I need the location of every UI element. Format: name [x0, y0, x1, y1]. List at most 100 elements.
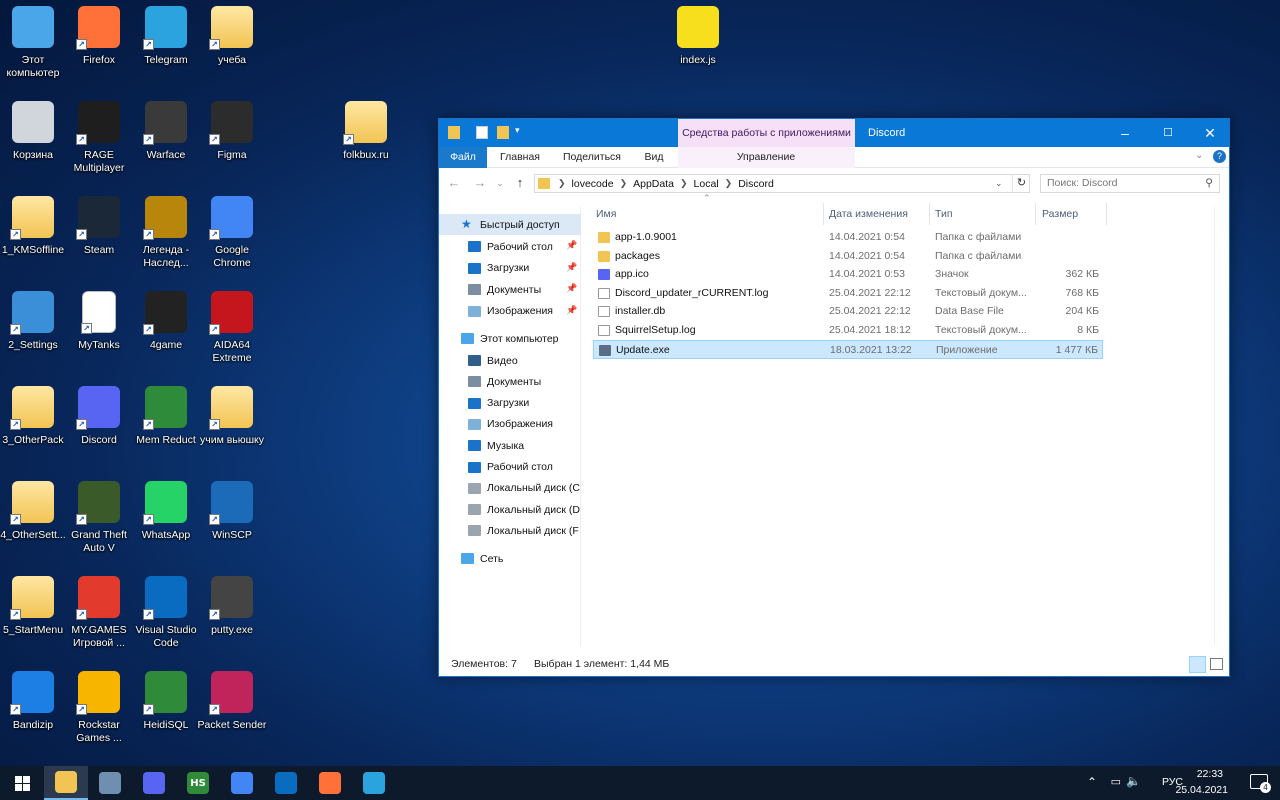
nav-network[interactable]: Сеть [439, 548, 581, 569]
desktop-icon[interactable]: ↗ учеба [199, 0, 265, 90]
taskbar-app-button[interactable] [308, 766, 352, 800]
nav-pc-item[interactable]: Документы [439, 371, 581, 392]
properties-icon[interactable] [476, 126, 488, 139]
breadcrumb-discord[interactable]: Discord [738, 178, 774, 190]
chevron-down-icon[interactable]: ▾ [515, 125, 520, 136]
nav-quick-access[interactable]: ★ Быстрый доступ [439, 214, 581, 235]
back-button[interactable]: ← [445, 174, 463, 192]
details-view-button[interactable] [1189, 656, 1206, 673]
breadcrumb-local[interactable]: Local [694, 178, 719, 190]
tab-view[interactable]: Вид [637, 147, 671, 168]
nav-quick-item[interactable]: Загрузки 📌 [439, 258, 581, 279]
minimize-button[interactable]: – [1104, 119, 1146, 147]
desktop-icon[interactable]: ↗ WinSCP [199, 475, 265, 565]
desktop-icon[interactable]: ↗ Discord [66, 380, 132, 470]
column-separator[interactable] [929, 203, 930, 225]
tab-home[interactable]: Главная [493, 147, 547, 168]
show-hidden-icons[interactable]: ⌃ [1087, 775, 1097, 789]
address-bar[interactable]: ❯ lovecode ❯ AppData ❯ Local ❯ Discord ⌄ [534, 174, 1030, 193]
close-button[interactable]: ✕ [1189, 119, 1231, 147]
desktop-icon[interactable]: ↗ Mem Reduct [133, 380, 199, 470]
maximize-button[interactable]: ☐ [1147, 119, 1189, 147]
desktop-icon[interactable]: ↗ Figma [199, 95, 265, 185]
nav-pc-item[interactable]: Музыка [439, 435, 581, 456]
desktop-icon[interactable]: ↗ Firefox [66, 0, 132, 90]
desktop-icon[interactable]: ↗ 3_OtherPack [0, 380, 66, 470]
desktop-icon[interactable]: ↗ Grand Theft Auto V [66, 475, 132, 565]
nav-pc-item[interactable]: Локальный диск (D [439, 499, 581, 520]
taskbar-app-button[interactable] [264, 766, 308, 800]
file-row[interactable]: Update.exe 18.03.2021 13:22 Приложение 1 47… [593, 339, 1103, 359]
desktop-icon[interactable]: ↗ Visual Studio Code [133, 570, 199, 660]
search-input[interactable]: Поиск: Discord ⚲ [1040, 174, 1220, 193]
desktop-icon[interactable]: ↗ RAGE Multiplayer [66, 95, 132, 185]
desktop-icon[interactable]: ↗ Google Chrome [199, 190, 265, 280]
desktop-icon[interactable]: ↗ folkbux.ru [333, 95, 399, 185]
desktop-icon[interactable]: ↗ Packet Sender [198, 665, 266, 755]
desktop-icon[interactable]: ↗ Bandizip [0, 665, 66, 755]
clock-date[interactable]: 25.04.2021 [1175, 784, 1228, 796]
nav-pc-item[interactable]: Локальный диск (C [439, 478, 581, 499]
desktop-icon[interactable]: ↗ Rockstar Games ... [66, 665, 132, 755]
desktop-icon[interactable]: ↗ putty.exe [199, 570, 265, 660]
desktop-icon[interactable]: ↗ AIDA64 Extreme [199, 285, 265, 375]
nav-quick-item[interactable]: Изображения 📌 [439, 301, 581, 322]
nav-pc-item[interactable]: Изображения [439, 414, 581, 435]
desktop-icon[interactable]: ↗ Легенда - Наслед... [133, 190, 199, 280]
file-row[interactable]: installer.db 25.04.2021 22:12 Data Base Fi… [593, 302, 1103, 321]
nav-pc-item[interactable]: Локальный диск (F [439, 520, 581, 541]
help-icon[interactable]: ? [1213, 150, 1226, 163]
clock-time[interactable]: 22:33 [1197, 768, 1223, 780]
taskbar-app-button[interactable] [352, 766, 396, 800]
desktop-icon[interactable]: ↗ Steam [66, 190, 132, 280]
large-icons-view-button[interactable] [1210, 658, 1223, 670]
refresh-button[interactable]: ↻ [1012, 174, 1030, 193]
file-row[interactable]: app-1.0.9001 14.04.2021 0:54 Папка с файла… [593, 228, 1103, 247]
up-button[interactable]: ↑ [511, 174, 529, 192]
tab-manage[interactable]: Управление [701, 147, 831, 168]
new-folder-icon[interactable] [497, 126, 509, 139]
nav-pc-item[interactable]: Рабочий стол [439, 457, 581, 478]
desktop-icon[interactable]: ↗ 4_OtherSett... [0, 475, 66, 565]
expand-ribbon-icon[interactable]: ⌄ [1195, 150, 1203, 161]
network-icon[interactable]: ▭ [1111, 775, 1121, 788]
tab-share[interactable]: Поделиться [557, 147, 627, 168]
column-size[interactable]: Размер [1042, 203, 1078, 225]
forward-button[interactable]: → [471, 174, 489, 192]
file-row[interactable]: SquirrelSetup.log 25.04.2021 18:12 Текстов… [593, 321, 1103, 340]
desktop-icon[interactable]: ↗ Warface [133, 95, 199, 185]
desktop-icon[interactable]: ↗ 1_KMSoffline [0, 190, 66, 280]
desktop-icon[interactable]: ↗ 4game [133, 285, 199, 375]
column-separator[interactable] [1035, 203, 1036, 225]
file-row[interactable]: app.ico 14.04.2021 0:53 Значок 362 КБ [593, 265, 1103, 284]
desktop-icon[interactable]: ↗ MyTanks [66, 285, 132, 375]
file-row[interactable]: Discord_updater_rCURRENT.log 25.04.2021 2… [593, 284, 1103, 303]
column-separator[interactable] [1106, 203, 1107, 225]
desktop-icon[interactable]: Корзина [0, 95, 66, 185]
file-row[interactable]: packages 14.04.2021 0:54 Папка с файлами [593, 247, 1103, 266]
start-button[interactable] [0, 766, 44, 800]
nav-quick-item[interactable]: Документы 📌 [439, 279, 581, 300]
taskbar-app-button[interactable]: HS [176, 766, 220, 800]
desktop-icon[interactable]: ↗ WhatsApp [133, 475, 199, 565]
volume-icon[interactable]: 🔈 [1126, 774, 1141, 788]
address-dropdown-icon[interactable]: ⌄ [995, 178, 1003, 189]
nav-pc-item[interactable]: Видео [439, 350, 581, 371]
desktop-icon[interactable]: ↗ HeidiSQL [133, 665, 199, 755]
taskbar-app-button[interactable] [132, 766, 176, 800]
taskbar-app-button[interactable] [220, 766, 264, 800]
taskbar-app-button[interactable] [88, 766, 132, 800]
desktop-icon[interactable]: ↗ 2_Settings [0, 285, 66, 375]
column-separator[interactable] [823, 203, 824, 225]
nav-pc-item[interactable]: Загрузки [439, 393, 581, 414]
desktop-icon[interactable]: ↗ 5_StartMenu [0, 570, 66, 660]
desktop-icon[interactable]: ↗ Telegram [133, 0, 199, 90]
title-bar[interactable]: ▾ Средства работы с приложениями Discord… [439, 119, 1229, 147]
vertical-scrollbar[interactable] [1214, 207, 1229, 645]
nav-quick-item[interactable]: Рабочий стол 📌 [439, 236, 581, 257]
nav-this-pc[interactable]: Этот компьютер [439, 328, 581, 349]
desktop-icon[interactable]: index.js [665, 0, 731, 90]
desktop-icon[interactable]: Этот компьютер [0, 0, 66, 90]
column-date[interactable]: Дата изменения [829, 203, 908, 225]
tab-file[interactable]: Файл [439, 147, 487, 168]
